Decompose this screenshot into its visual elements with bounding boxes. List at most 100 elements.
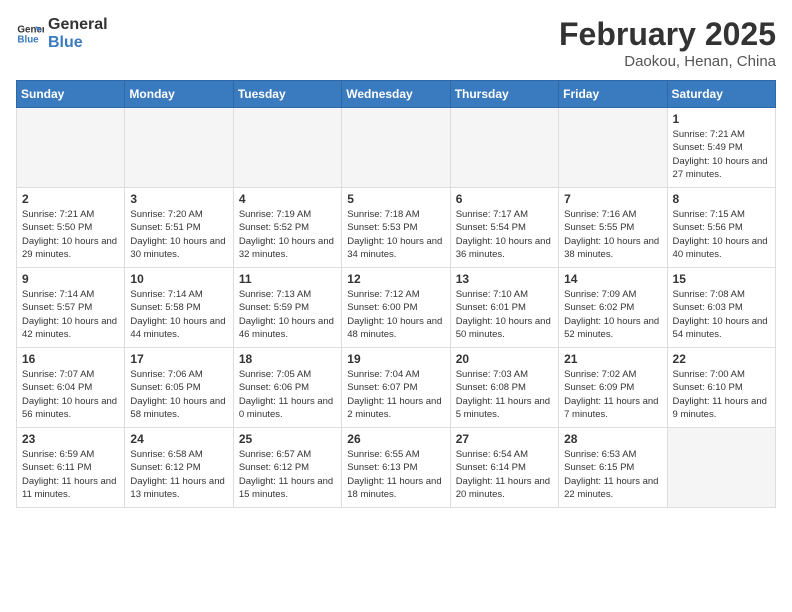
day-cell: 19 Sunrise: 7:04 AM Sunset: 6:07 PM Dayli… (342, 348, 450, 428)
weekday-header-thursday: Thursday (450, 81, 558, 108)
weekday-header-saturday: Saturday (667, 81, 775, 108)
day-number: 24 (130, 432, 227, 446)
svg-text:Blue: Blue (17, 34, 39, 45)
day-cell: 24 Sunrise: 6:58 AM Sunset: 6:12 PM Dayli… (125, 428, 233, 508)
week-row-4: 16Sunrise: 7:07 AM Sunset: 6:04 PM Dayli… (17, 348, 776, 428)
day-cell: 14 Sunrise: 7:09 AM Sunset: 6:02 PM Dayli… (559, 268, 667, 348)
day-number: 3 (130, 192, 227, 206)
day-info: Sunrise: 6:58 AM Sunset: 6:12 PM Dayligh… (130, 448, 227, 501)
day-cell: 11 Sunrise: 7:13 AM Sunset: 5:59 PM Dayli… (233, 268, 341, 348)
day-info: Sunrise: 7:19 AM Sunset: 5:52 PM Dayligh… (239, 208, 336, 261)
day-number: 15 (673, 272, 770, 286)
day-info: Sunrise: 6:55 AM Sunset: 6:13 PM Dayligh… (347, 448, 444, 501)
week-row-2: 2Sunrise: 7:21 AM Sunset: 5:50 PM Daylig… (17, 188, 776, 268)
day-cell: 8 Sunrise: 7:15 AM Sunset: 5:56 PM Daylig… (667, 188, 775, 268)
day-number: 14 (564, 272, 661, 286)
day-info: Sunrise: 6:53 AM Sunset: 6:15 PM Dayligh… (564, 448, 661, 501)
weekday-header-wednesday: Wednesday (342, 81, 450, 108)
day-info: Sunrise: 6:54 AM Sunset: 6:14 PM Dayligh… (456, 448, 553, 501)
week-row-1: 1 Sunrise: 7:21 AM Sunset: 5:49 PM Daylig… (17, 108, 776, 188)
day-info: Sunrise: 6:59 AM Sunset: 6:11 PM Dayligh… (22, 448, 119, 501)
day-number: 23 (22, 432, 119, 446)
day-number: 11 (239, 272, 336, 286)
day-cell: 27Sunrise: 6:54 AM Sunset: 6:14 PM Dayli… (450, 428, 558, 508)
day-cell: 18 Sunrise: 7:05 AM Sunset: 6:06 PM Dayli… (233, 348, 341, 428)
day-cell: 6 Sunrise: 7:17 AM Sunset: 5:54 PM Daylig… (450, 188, 558, 268)
day-cell: 2Sunrise: 7:21 AM Sunset: 5:50 PM Daylig… (17, 188, 125, 268)
day-number: 18 (239, 352, 336, 366)
day-number: 9 (22, 272, 119, 286)
day-info: Sunrise: 7:05 AM Sunset: 6:06 PM Dayligh… (239, 368, 336, 421)
day-number: 5 (347, 192, 444, 206)
day-cell: 20 Sunrise: 7:03 AM Sunset: 6:08 PM Dayli… (450, 348, 558, 428)
day-info: Sunrise: 7:02 AM Sunset: 6:09 PM Dayligh… (564, 368, 661, 421)
day-info: Sunrise: 7:17 AM Sunset: 5:54 PM Dayligh… (456, 208, 553, 261)
month-title: February 2025 (559, 16, 776, 53)
logo-line1: General (48, 16, 108, 34)
location: Daokou, Henan, China (559, 53, 776, 70)
day-cell (17, 108, 125, 188)
day-cell: 4 Sunrise: 7:19 AM Sunset: 5:52 PM Daylig… (233, 188, 341, 268)
day-number: 13 (456, 272, 553, 286)
day-info: Sunrise: 7:00 AM Sunset: 6:10 PM Dayligh… (673, 368, 770, 421)
day-cell (667, 428, 775, 508)
day-cell: 5 Sunrise: 7:18 AM Sunset: 5:53 PM Daylig… (342, 188, 450, 268)
day-cell: 13 Sunrise: 7:10 AM Sunset: 6:01 PM Dayli… (450, 268, 558, 348)
day-info: Sunrise: 7:13 AM Sunset: 5:59 PM Dayligh… (239, 288, 336, 341)
day-number: 2 (22, 192, 119, 206)
day-number: 20 (456, 352, 553, 366)
day-number: 28 (564, 432, 661, 446)
logo-line2: Blue (48, 34, 108, 52)
day-number: 22 (673, 352, 770, 366)
day-info: Sunrise: 7:09 AM Sunset: 6:02 PM Dayligh… (564, 288, 661, 341)
day-info: Sunrise: 7:21 AM Sunset: 5:49 PM Dayligh… (673, 128, 770, 181)
weekday-header-friday: Friday (559, 81, 667, 108)
day-cell: 12 Sunrise: 7:12 AM Sunset: 6:00 PM Dayli… (342, 268, 450, 348)
page-header: General Blue General Blue February 2025 … (16, 16, 776, 70)
day-cell: 15Sunrise: 7:08 AM Sunset: 6:03 PM Dayli… (667, 268, 775, 348)
day-number: 4 (239, 192, 336, 206)
day-number: 21 (564, 352, 661, 366)
day-number: 1 (673, 112, 770, 126)
day-number: 12 (347, 272, 444, 286)
day-cell: 28 Sunrise: 6:53 AM Sunset: 6:15 PM Dayli… (559, 428, 667, 508)
day-info: Sunrise: 7:18 AM Sunset: 5:53 PM Dayligh… (347, 208, 444, 261)
day-info: Sunrise: 7:14 AM Sunset: 5:57 PM Dayligh… (22, 288, 119, 341)
day-info: Sunrise: 7:15 AM Sunset: 5:56 PM Dayligh… (673, 208, 770, 261)
week-row-5: 23 Sunrise: 6:59 AM Sunset: 6:11 PM Dayli… (17, 428, 776, 508)
day-info: Sunrise: 7:04 AM Sunset: 6:07 PM Dayligh… (347, 368, 444, 421)
day-cell: 1 Sunrise: 7:21 AM Sunset: 5:49 PM Daylig… (667, 108, 775, 188)
day-cell: 3 Sunrise: 7:20 AM Sunset: 5:51 PM Daylig… (125, 188, 233, 268)
title-block: February 2025 Daokou, Henan, China (559, 16, 776, 70)
day-cell: 22 Sunrise: 7:00 AM Sunset: 6:10 PM Dayli… (667, 348, 775, 428)
day-info: Sunrise: 7:07 AM Sunset: 6:04 PM Dayligh… (22, 368, 119, 421)
day-number: 7 (564, 192, 661, 206)
weekday-header-tuesday: Tuesday (233, 81, 341, 108)
day-number: 19 (347, 352, 444, 366)
day-cell (125, 108, 233, 188)
day-info: Sunrise: 7:03 AM Sunset: 6:08 PM Dayligh… (456, 368, 553, 421)
day-number: 10 (130, 272, 227, 286)
day-number: 6 (456, 192, 553, 206)
day-info: Sunrise: 7:20 AM Sunset: 5:51 PM Dayligh… (130, 208, 227, 261)
day-cell (233, 108, 341, 188)
day-info: Sunrise: 7:10 AM Sunset: 6:01 PM Dayligh… (456, 288, 553, 341)
day-info: Sunrise: 7:14 AM Sunset: 5:58 PM Dayligh… (130, 288, 227, 341)
weekday-header-sunday: Sunday (17, 81, 125, 108)
weekday-header-monday: Monday (125, 81, 233, 108)
day-cell: 10 Sunrise: 7:14 AM Sunset: 5:58 PM Dayli… (125, 268, 233, 348)
logo-icon: General Blue (16, 20, 44, 48)
day-cell: 21 Sunrise: 7:02 AM Sunset: 6:09 PM Dayli… (559, 348, 667, 428)
logo: General Blue General Blue (16, 16, 108, 51)
day-number: 25 (239, 432, 336, 446)
day-cell: 17Sunrise: 7:06 AM Sunset: 6:05 PM Dayli… (125, 348, 233, 428)
day-number: 8 (673, 192, 770, 206)
day-info: Sunrise: 6:57 AM Sunset: 6:12 PM Dayligh… (239, 448, 336, 501)
day-info: Sunrise: 7:06 AM Sunset: 6:05 PM Dayligh… (130, 368, 227, 421)
calendar: SundayMondayTuesdayWednesdayThursdayFrid… (16, 80, 776, 508)
day-info: Sunrise: 7:16 AM Sunset: 5:55 PM Dayligh… (564, 208, 661, 261)
day-cell (559, 108, 667, 188)
day-info: Sunrise: 7:12 AM Sunset: 6:00 PM Dayligh… (347, 288, 444, 341)
day-cell: 26Sunrise: 6:55 AM Sunset: 6:13 PM Dayli… (342, 428, 450, 508)
day-cell: 7 Sunrise: 7:16 AM Sunset: 5:55 PM Daylig… (559, 188, 667, 268)
